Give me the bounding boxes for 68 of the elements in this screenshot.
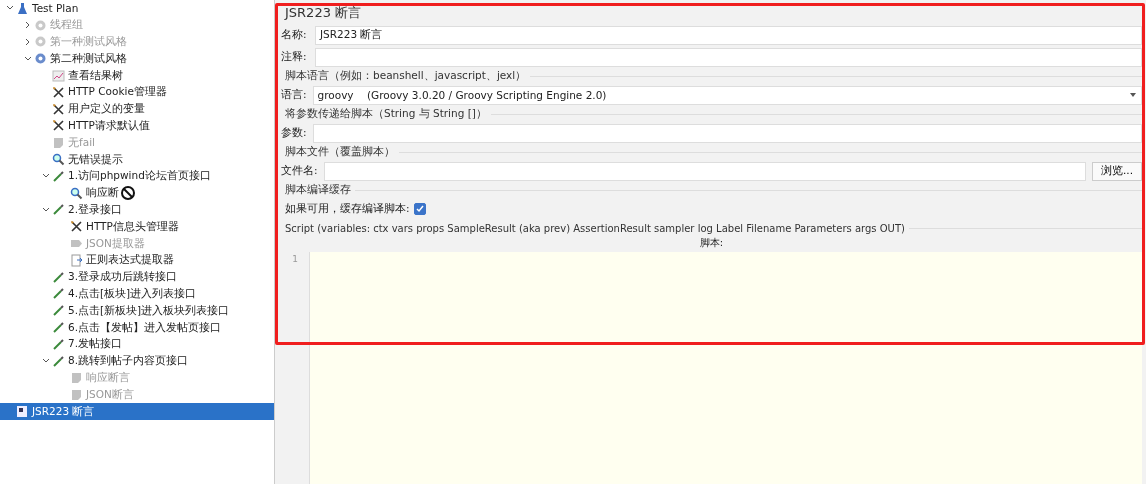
field-label: 语言: <box>281 88 307 102</box>
tree-item[interactable]: 6.点击【发帖】进入发帖页接口 <box>0 319 274 336</box>
field-label: 注释: <box>281 50 308 64</box>
tree-item[interactable]: 无错误提示 <box>0 151 274 168</box>
pipette-icon <box>52 337 65 351</box>
pipette-icon <box>52 270 65 284</box>
panel-title: JSR223 断言 <box>283 4 363 22</box>
name-field[interactable]: JSR223 断言 <box>315 25 1142 45</box>
section-heading: 将参数传递给脚本（String 与 String []） <box>285 107 487 121</box>
pipette-icon <box>52 203 65 217</box>
pipette-icon <box>52 354 65 368</box>
tree-item[interactable]: 8.跳转到帖子内容页接口 <box>0 352 274 370</box>
language-dropdown[interactable]: groovy (Groovy 3.0.20 / Groovy Scripting Engine 2.0) <box>312 85 1142 105</box>
note-icon <box>70 371 83 385</box>
chart-icon <box>52 69 65 83</box>
wrench-icon <box>52 102 65 116</box>
tree-item[interactable]: 第二种测试风格 <box>0 50 274 68</box>
pipette-icon <box>52 287 65 301</box>
line-number: 1 <box>291 254 299 264</box>
chevron-down-icon[interactable] <box>24 54 32 63</box>
tree-item[interactable]: 4.点击[板块]进入列表接口 <box>0 285 274 303</box>
editor-label: 脚本: <box>699 236 724 250</box>
tree-item[interactable]: 5.点击[新板块]进入板块列表接口 <box>0 302 274 320</box>
caret-icon <box>1129 92 1137 98</box>
pipette-icon <box>52 304 65 318</box>
tree-item[interactable]: JSR223 断言 <box>0 403 274 420</box>
section-heading: Script (variables: ctx vars props SampleResult (aka prev) AssertionResult sampler log Label Filename Parameters args OUT) <box>285 222 905 234</box>
gear-icon <box>34 18 47 32</box>
wrench-icon <box>52 85 65 99</box>
section-heading: 脚本编译缓存 <box>285 183 351 197</box>
tree-item[interactable]: 正则表达式提取器 <box>0 251 274 269</box>
tree-item[interactable]: 7.发帖接口 <box>0 335 274 353</box>
checkbox-label: 如果可用，缓存编译脚本: <box>285 202 410 216</box>
wrench-icon <box>70 220 83 234</box>
gear-icon <box>34 52 47 66</box>
field-label: 文件名: <box>281 164 318 178</box>
tree-item[interactable]: HTTP Cookie管理器 <box>0 84 274 101</box>
flask-icon <box>16 1 29 15</box>
dropdown-value: groovy (Groovy 3.0.20 / Groovy Scripting Engine 2.0) <box>317 89 607 101</box>
field-label: 参数: <box>281 126 307 140</box>
file-field[interactable] <box>323 161 1086 181</box>
script-icon <box>16 405 29 418</box>
section-heading: 脚本语言（例如：beanshell、javascript、jexl） <box>285 69 527 83</box>
pipette-icon <box>52 321 65 335</box>
params-field[interactable] <box>312 123 1142 143</box>
comment-field[interactable] <box>315 47 1142 67</box>
tree-item[interactable]: 查看结果树 <box>0 67 274 84</box>
search-icon <box>70 186 83 200</box>
browse-button[interactable]: 浏览... <box>1092 161 1142 181</box>
tree-item[interactable]: Test Plan <box>0 0 274 17</box>
tree-item[interactable]: 用户定义的变量 <box>0 100 274 118</box>
tree-item[interactable]: 响应断 <box>0 184 274 202</box>
tree-item[interactable]: HTTP信息头管理器 <box>0 218 274 236</box>
pipette-icon <box>52 169 65 183</box>
tree-item[interactable]: 2.登录接口 <box>0 201 274 219</box>
tree-item[interactable]: HTTP请求默认值 <box>0 117 274 135</box>
checkbox[interactable] <box>413 203 426 215</box>
field-label: 名称: <box>281 28 308 42</box>
gear-icon <box>34 35 47 49</box>
search-icon <box>52 153 65 167</box>
document-icon <box>70 253 83 267</box>
note-icon <box>52 136 65 150</box>
tree-item[interactable]: 1.访问phpwind论坛首页接口 <box>0 167 274 185</box>
wrench-icon <box>52 119 65 133</box>
note-icon <box>70 388 83 402</box>
tree-item[interactable]: 3.登录成功后跳转接口 <box>0 268 274 286</box>
section-heading: 脚本文件（覆盖脚本） <box>285 145 395 159</box>
chevron-down-icon[interactable] <box>42 205 50 214</box>
